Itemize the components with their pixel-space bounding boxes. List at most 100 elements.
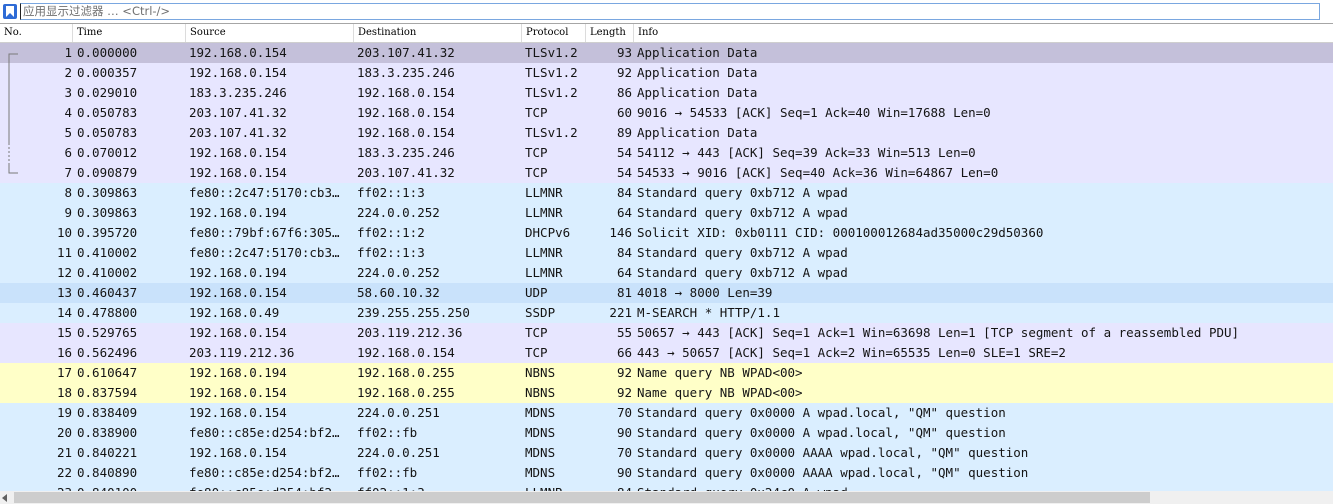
packet-length: 84 xyxy=(616,245,632,260)
column-header-destination[interactable]: Destination xyxy=(354,24,522,42)
packet-info: Standard query 0x0000 AAAA wpad.local, "… xyxy=(637,445,1029,460)
packet-info: Name query NB WPAD<00> xyxy=(637,385,803,400)
packet-list-header: No. Time Source Destination Protocol Len… xyxy=(0,24,1333,43)
horizontal-scrollbar[interactable] xyxy=(0,491,1333,504)
packet-destination: 224.0.0.251 xyxy=(357,405,440,420)
packet-row[interactable]: 23 0.840100 fe80::c85e:d254:bf2…ff02::1:3L… xyxy=(0,483,1333,491)
packet-protocol: LLMNR xyxy=(525,265,563,280)
packet-number: 19 xyxy=(56,405,72,420)
packet-time: 0.000000 xyxy=(77,45,138,60)
packet-protocol: TLSv1.2 xyxy=(525,65,578,80)
packet-row[interactable]: 15 0.529765 192.168.0.154 203.119.212.36 TCP… xyxy=(0,323,1333,343)
packet-row[interactable]: 8 0.309863 fe80::2c47:5170:cb3… ff02::1:3 LL… xyxy=(0,183,1333,203)
column-header-source[interactable]: Source xyxy=(186,24,354,42)
packet-time: 0.309863 xyxy=(77,205,138,220)
packet-destination: 183.3.235.246 xyxy=(357,145,455,160)
packet-source: 192.168.0.194 xyxy=(189,365,287,380)
packet-protocol: LLMNR xyxy=(525,483,587,491)
packet-time: 0.410002 xyxy=(77,265,138,280)
packet-row[interactable]: 20 0.838900 fe80::c85e:d254:bf2… ff02::fb MD… xyxy=(0,423,1333,443)
packet-row[interactable]: 11 0.410002 fe80::2c47:5170:cb3… ff02::1:3 L… xyxy=(0,243,1333,263)
packet-destination: ff02::1:3 xyxy=(357,185,425,200)
packet-row[interactable]: 5 0.050783 203.107.41.32 192.168.0.154 TLSv1… xyxy=(0,123,1333,143)
packet-source: 192.168.0.154 xyxy=(189,385,287,400)
packet-destination: ff02::1:3 xyxy=(357,483,522,491)
column-header-no[interactable]: No. xyxy=(0,24,73,42)
packet-time: 0.050783 xyxy=(77,105,138,120)
packet-source: fe80::c85e:d254:bf2… xyxy=(189,483,354,491)
packet-length: 90 xyxy=(616,425,632,440)
column-header-length[interactable]: Length xyxy=(586,24,634,42)
packet-source: 192.168.0.194 xyxy=(189,265,287,280)
packet-length: 93 xyxy=(616,45,632,60)
packet-row[interactable]: 6 0.070012 192.168.0.154 183.3.235.246 TCP 54… xyxy=(0,143,1333,163)
packet-list[interactable]: 1 0.000000 192.168.0.154 203.107.41.32 TLSv1… xyxy=(0,43,1333,491)
packet-protocol: TCP xyxy=(525,345,548,360)
packet-time: 0.838409 xyxy=(77,405,138,420)
packet-length: 64 xyxy=(616,205,632,220)
packet-row[interactable]: 14 0.478800 192.168.0.49 239.255.255.250 SSD… xyxy=(0,303,1333,323)
packet-row[interactable]: 1 0.000000 192.168.0.154 203.107.41.32 TLSv1… xyxy=(0,43,1333,63)
packet-source: 192.168.0.194 xyxy=(189,205,287,220)
packet-row[interactable]: 17 0.610647 192.168.0.194 192.168.0.255 NBNS… xyxy=(0,363,1333,383)
packet-row[interactable]: 22 0.840890 fe80::c85e:d254:bf2… ff02::fb MD… xyxy=(0,463,1333,483)
packet-info: Application Data xyxy=(637,45,758,60)
packet-info: Application Data xyxy=(637,85,758,100)
packet-protocol: TCP xyxy=(525,105,548,120)
column-header-info[interactable]: Info xyxy=(634,24,1333,42)
packet-row[interactable]: 10 0.395720 fe80::79bf:67f6:305… ff02::1:2 D… xyxy=(0,223,1333,243)
packet-source: fe80::2c47:5170:cb3… xyxy=(189,185,340,200)
packet-info: Standard query 0x0000 A wpad.local, "QM"… xyxy=(637,425,1006,440)
packet-number: 8 xyxy=(64,185,72,200)
packet-row[interactable]: 16 0.562496 203.119.212.36 192.168.0.154 TCP… xyxy=(0,343,1333,363)
packet-protocol: MDNS xyxy=(525,465,556,480)
packet-time: 0.478800 xyxy=(77,305,138,320)
packet-time: 0.029010 xyxy=(77,85,138,100)
column-header-time[interactable]: Time xyxy=(73,24,186,42)
bookmark-icon[interactable] xyxy=(3,4,17,19)
packet-protocol: LLMNR xyxy=(525,245,563,260)
packet-row[interactable]: 4 0.050783 203.107.41.32 192.168.0.154 TCP 60… xyxy=(0,103,1333,123)
packet-row[interactable]: 18 0.837594 192.168.0.154 192.168.0.255 NBNS… xyxy=(0,383,1333,403)
packet-row[interactable]: 7 0.090879 192.168.0.154 203.107.41.32 TCP 54… xyxy=(0,163,1333,183)
packet-source: 192.168.0.154 xyxy=(189,405,287,420)
packet-number: 4 xyxy=(64,105,72,120)
packet-length: 54 xyxy=(616,145,632,160)
packet-source: 192.168.0.154 xyxy=(189,165,287,180)
packet-row[interactable]: 9 0.309863 192.168.0.194 224.0.0.252 LLMNR 64… xyxy=(0,203,1333,223)
packet-time: 0.840221 xyxy=(77,445,138,460)
display-filter-input[interactable]: 应用显示过滤器 … <Ctrl-/> xyxy=(20,3,1320,20)
packet-protocol: TCP xyxy=(525,165,548,180)
packet-source: fe80::79bf:67f6:305… xyxy=(189,225,340,240)
packet-protocol: MDNS xyxy=(525,425,556,440)
packet-destination: 203.119.212.36 xyxy=(357,325,463,340)
scrollbar-thumb[interactable] xyxy=(14,492,1150,503)
packet-source: 203.119.212.36 xyxy=(189,345,295,360)
packet-number: 12 xyxy=(56,265,72,280)
packet-time: 0.090879 xyxy=(77,165,138,180)
packet-source: 192.168.0.154 xyxy=(189,285,287,300)
packet-row[interactable]: 19 0.838409 192.168.0.154 224.0.0.251 MDNS 70… xyxy=(0,403,1333,423)
packet-info: 443 → 50657 [ACK] Seq=1 Ack=2 Win=65535 … xyxy=(637,345,1066,360)
packet-info: Standard query 0xb712 A wpad xyxy=(637,185,848,200)
packet-destination: 192.168.0.154 xyxy=(357,125,455,140)
packet-protocol: TLSv1.2 xyxy=(525,45,578,60)
packet-row[interactable]: 12 0.410002 192.168.0.194 224.0.0.252 LLMNR 6… xyxy=(0,263,1333,283)
packet-destination: ff02::1:2 xyxy=(357,225,425,240)
scroll-left-icon[interactable] xyxy=(2,494,7,502)
column-header-protocol[interactable]: Protocol xyxy=(522,24,586,42)
packet-row[interactable]: 13 0.460437 192.168.0.154 58.60.10.32 UDP 81 4… xyxy=(0,283,1333,303)
packet-info: Application Data xyxy=(637,125,758,140)
packet-protocol: MDNS xyxy=(525,405,556,420)
packet-destination: 224.0.0.252 xyxy=(357,205,440,220)
packet-source: fe80::2c47:5170:cb3… xyxy=(189,245,340,260)
packet-length: 81 xyxy=(616,285,632,300)
packet-row[interactable]: 21 0.840221 192.168.0.154 224.0.0.251 MDNS 70… xyxy=(0,443,1333,463)
packet-destination: 192.168.0.154 xyxy=(357,85,455,100)
packet-row[interactable]: 3 0.029010 183.3.235.246 192.168.0.154 TLSv1… xyxy=(0,83,1333,103)
packet-destination: 224.0.0.252 xyxy=(357,265,440,280)
packet-length: 64 xyxy=(616,265,632,280)
packet-row[interactable]: 2 0.000357 192.168.0.154 183.3.235.246 TLSv1… xyxy=(0,63,1333,83)
packet-number: 3 xyxy=(64,85,72,100)
packet-length: 86 xyxy=(616,85,632,100)
